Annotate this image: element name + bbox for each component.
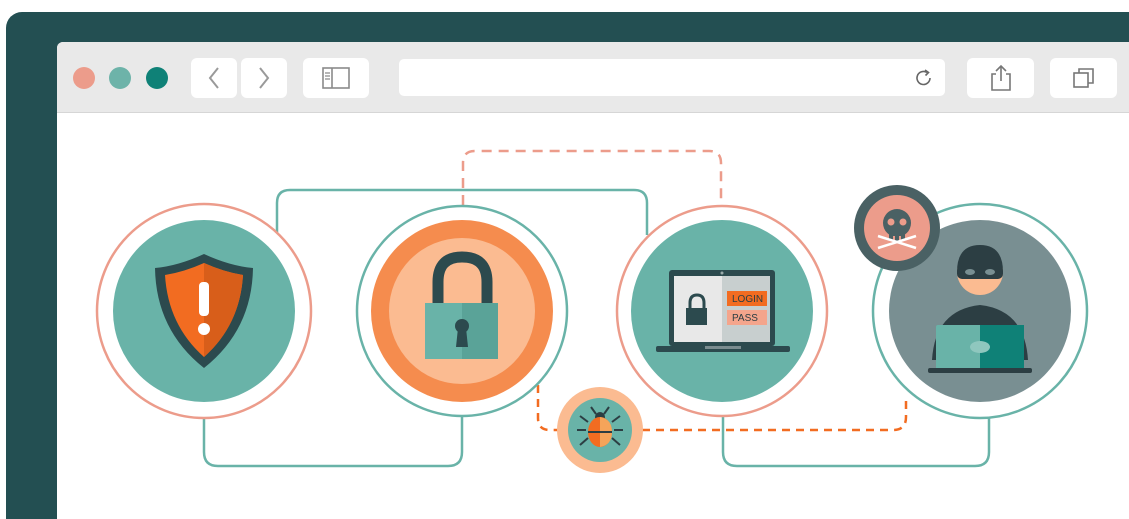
security-illustration: LOGIN PASS (95, 149, 1089, 473)
login-label: LOGIN (732, 294, 763, 305)
shield-badge (95, 202, 313, 420)
laptop-icon (656, 270, 790, 352)
lock-badge (355, 204, 569, 418)
login-laptop-badge: LOGIN PASS (615, 204, 829, 418)
skull-badge (854, 185, 940, 271)
pass-label: PASS (732, 313, 758, 324)
malware-bug-badge (557, 387, 643, 473)
